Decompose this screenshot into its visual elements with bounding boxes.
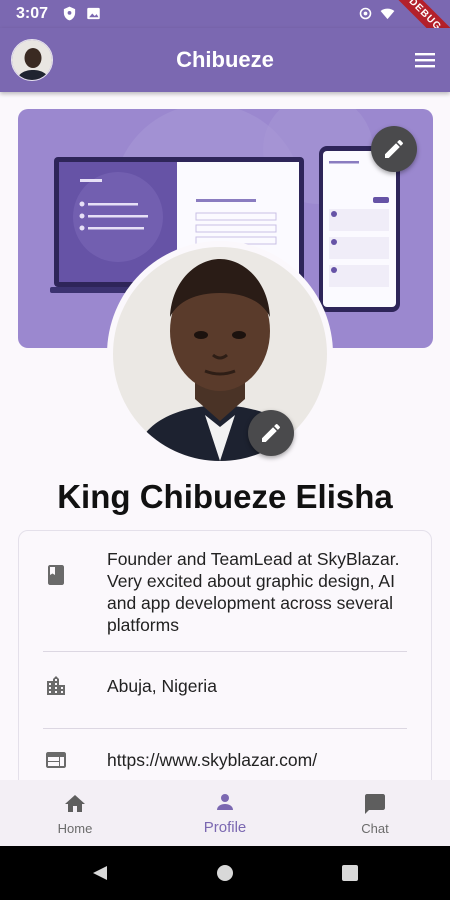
bio-text: Founder and TeamLead at SkyBlazar. Very …	[107, 549, 400, 635]
nav-label-chat: Chat	[361, 821, 389, 836]
profile-portrait	[113, 247, 327, 461]
profile-info-card: Founder and TeamLead at SkyBlazar. Very …	[18, 530, 432, 800]
app-bar: Chibueze	[0, 28, 450, 92]
shield-icon	[63, 6, 76, 21]
app-title: Chibueze	[176, 47, 274, 72]
profile-photo[interactable]	[113, 247, 327, 461]
bottom-navigation: Home Profile Chat	[0, 780, 450, 846]
website-link[interactable]: https://www.skyblazar.com/	[107, 749, 415, 771]
edit-profile-photo-button[interactable]	[248, 410, 294, 456]
back-icon[interactable]	[91, 864, 109, 882]
nav-item-chat[interactable]: Chat	[300, 780, 450, 846]
book-icon	[48, 565, 64, 585]
nav-label-home: Home	[57, 821, 93, 836]
profile-name: King Chibueze Elisha	[57, 478, 393, 515]
wifi-icon	[380, 8, 395, 20]
nav-item-home[interactable]: Home	[0, 780, 150, 846]
pencil-icon	[262, 423, 280, 442]
bio-row: Founder and TeamLead at SkyBlazar. Very …	[19, 531, 431, 651]
home-icon	[65, 795, 85, 812]
edit-cover-button[interactable]	[371, 126, 417, 172]
data-saver-icon	[359, 7, 372, 20]
nav-item-profile[interactable]: Profile	[150, 780, 300, 846]
location-text: Abuja, Nigeria	[107, 676, 217, 696]
nav-label-profile: Profile	[203, 819, 247, 836]
status-bar: 3:07 DEBUG	[0, 0, 450, 60]
status-time: 3:07	[16, 5, 49, 22]
profile-photo-frame	[107, 241, 333, 467]
pencil-icon	[385, 139, 403, 158]
image-icon	[87, 7, 100, 20]
hamburger-menu-icon[interactable]	[413, 48, 437, 72]
person-icon	[217, 794, 233, 810]
recents-icon[interactable]	[341, 864, 359, 882]
home-circle-icon[interactable]	[216, 864, 234, 882]
system-navigation-bar	[0, 846, 450, 900]
city-icon	[47, 676, 65, 695]
location-row: Abuja, Nigeria	[19, 652, 431, 728]
chat-icon	[365, 794, 385, 814]
web-icon	[46, 752, 66, 768]
